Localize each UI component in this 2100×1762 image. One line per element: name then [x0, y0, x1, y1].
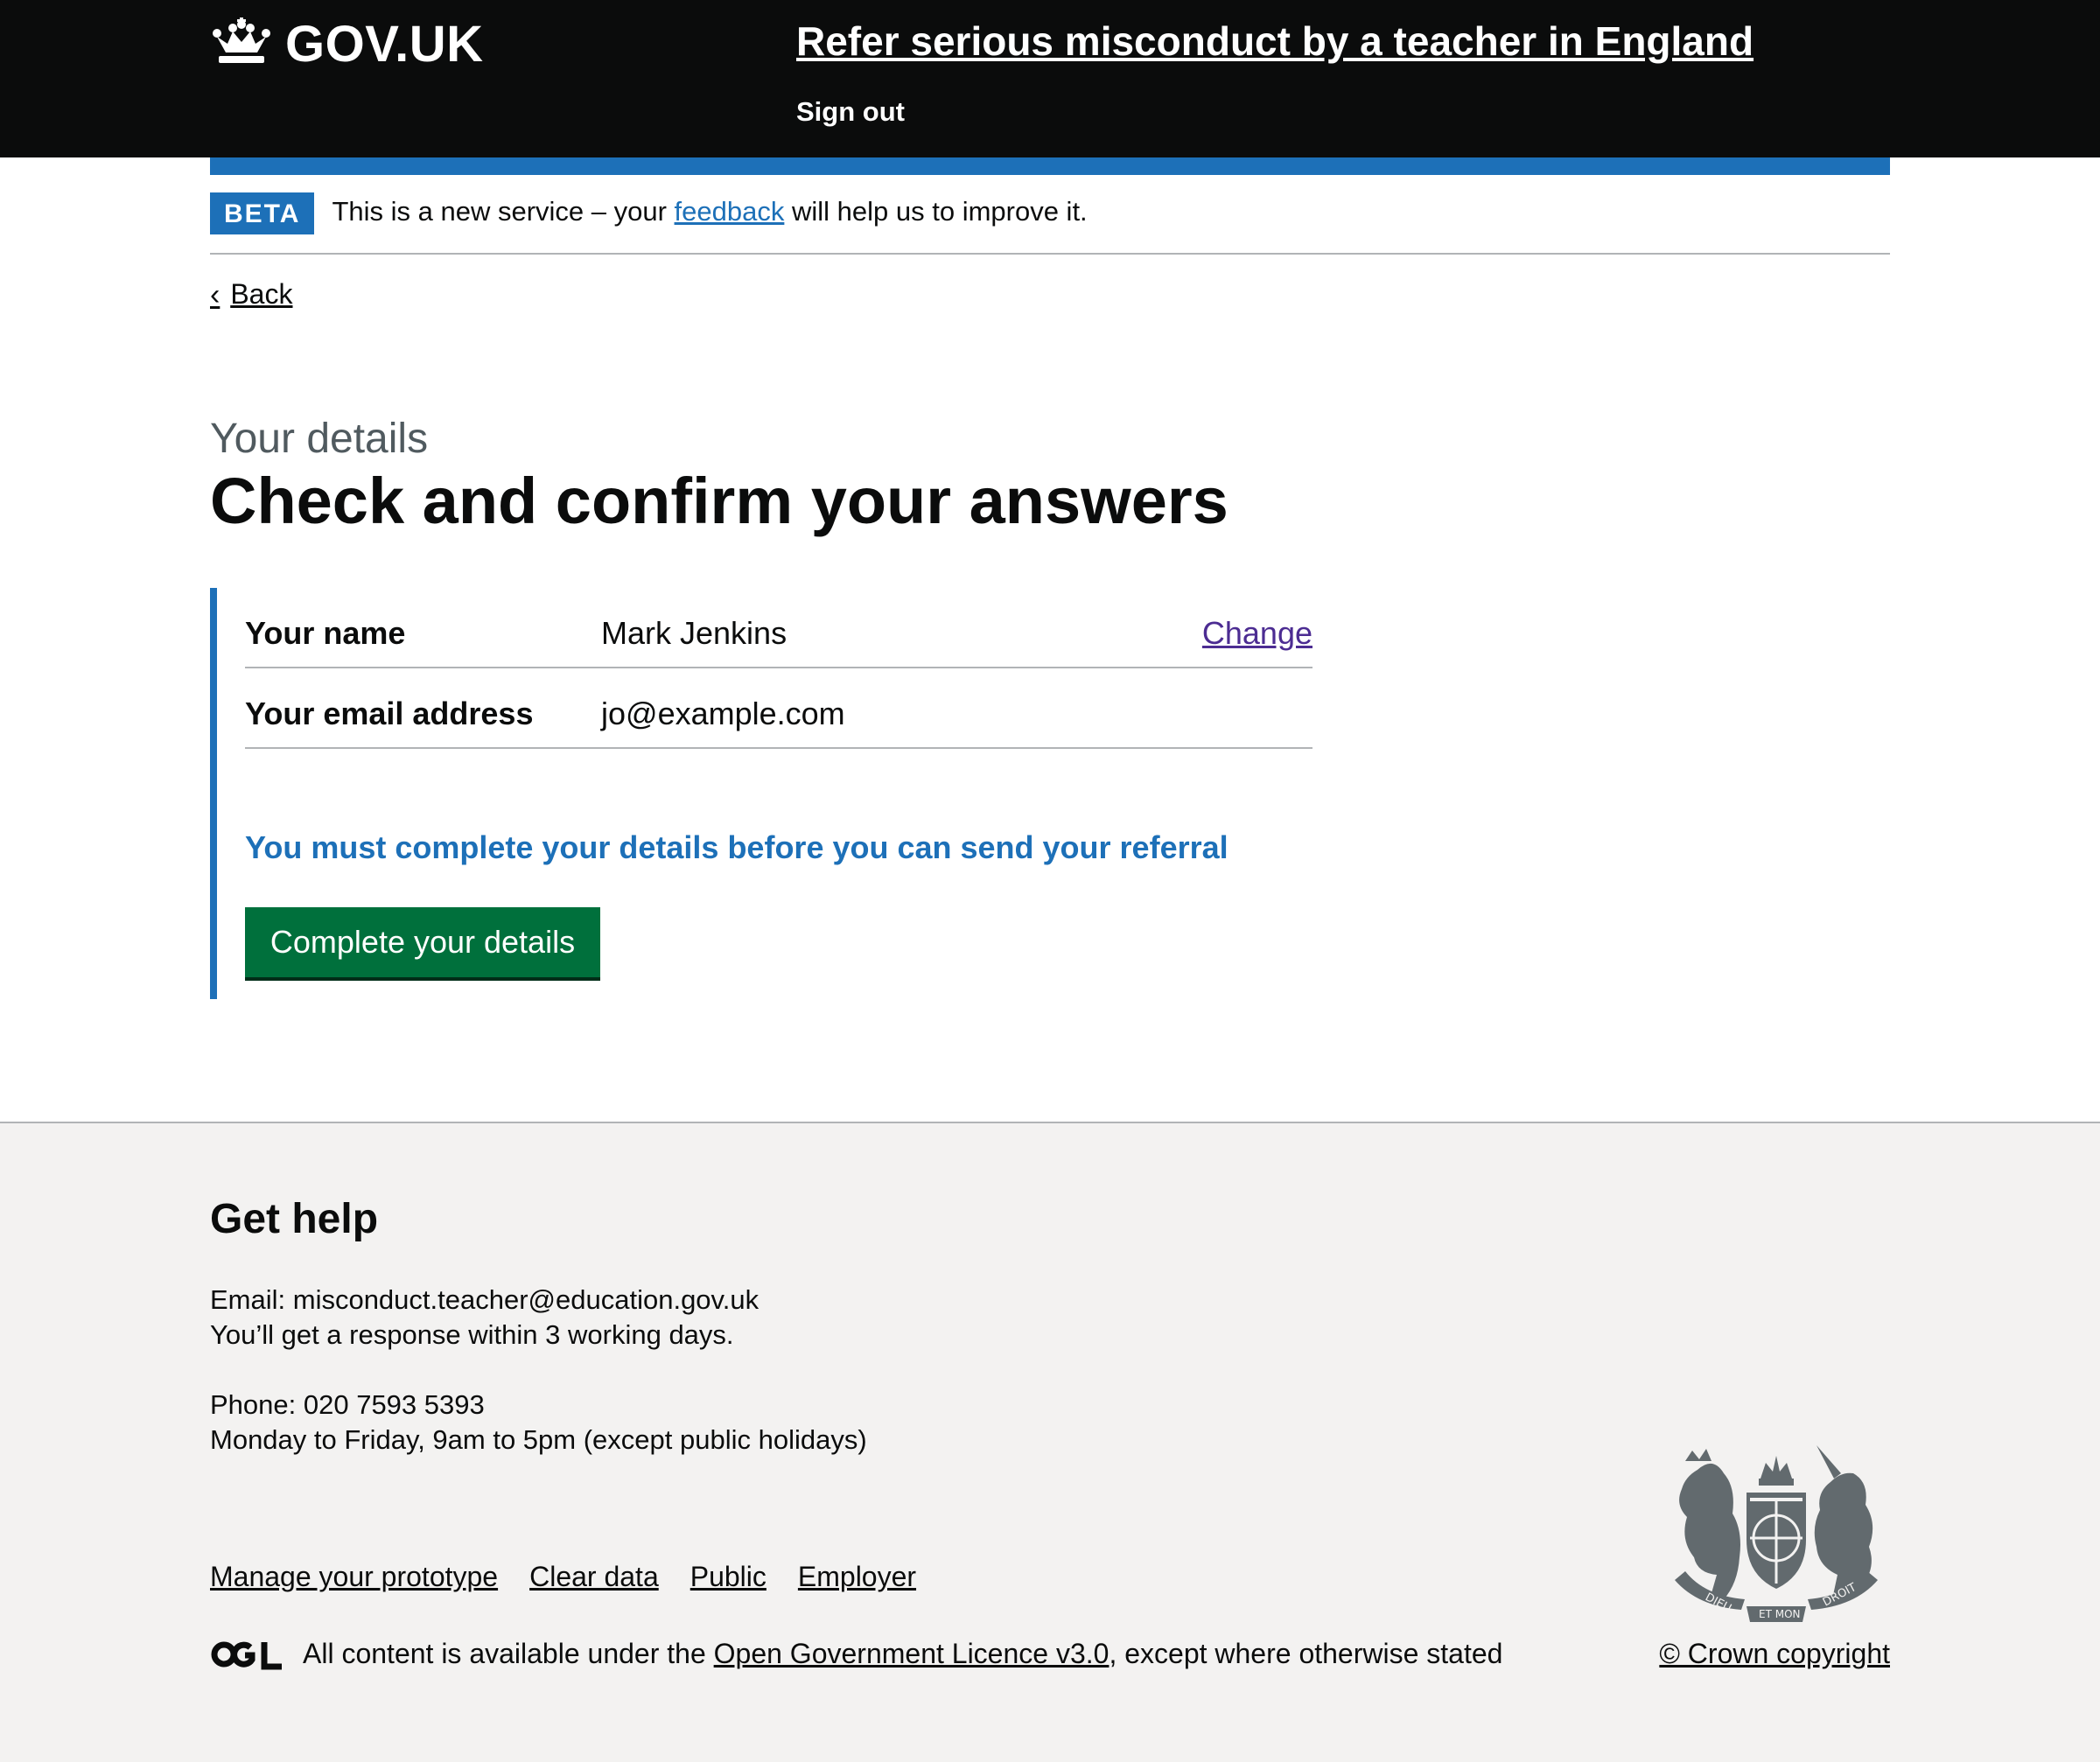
summary-value: jo@example.com [601, 696, 845, 731]
back-link-label: Back [230, 278, 293, 310]
incomplete-warning: You must complete your details before yo… [245, 829, 1228, 865]
help-phone-hours: Monday to Friday, 9am to 5pm (except pub… [210, 1424, 867, 1455]
help-email: Email: misconduct.teacher@education.gov.… [210, 1284, 760, 1315]
summary-panel: Your name Mark Jenkins Change Your email… [210, 588, 1321, 999]
clear-data-link[interactable]: Clear data [529, 1561, 659, 1593]
site-footer: Get help Email: misconduct.teacher@educa… [0, 1122, 2100, 1762]
help-title: Get help [210, 1196, 379, 1242]
phase-text-after: will help us to improve it. [784, 196, 1088, 227]
header-blue-strip [210, 157, 1890, 175]
licence-before: All content is available under the [303, 1638, 714, 1669]
site-header: GOV.UK Refer serious misconduct by a tea… [0, 0, 2100, 157]
crown-icon [210, 17, 273, 71]
back-link[interactable]: ‹ Back [210, 278, 292, 311]
help-email-response: You’ll get a response within 3 working d… [210, 1319, 734, 1350]
summary-row-name: Your name Mark Jenkins Change [245, 588, 1312, 668]
page-title: Check and confirm your answers [210, 465, 1228, 537]
licence-text: All content is available under the Open … [303, 1638, 1502, 1670]
govuk-logo-link[interactable]: GOV.UK [210, 15, 484, 73]
ogl-logo-icon [210, 1639, 284, 1670]
complete-details-button[interactable]: Complete your details [245, 907, 600, 977]
phase-banner-text: This is a new service – your feedback wi… [332, 189, 1087, 234]
logo-text: GOV.UK [285, 15, 484, 73]
crown-copyright-link[interactable]: © Crown copyright [1659, 1638, 1890, 1670]
chevron-left-icon: ‹ [210, 277, 220, 311]
manage-prototype-link[interactable]: Manage your prototype [210, 1561, 498, 1593]
motto-middle: ET MON [1759, 1608, 1801, 1620]
licence-after: , except where otherwise stated [1109, 1638, 1503, 1669]
summary-row-email: Your email address jo@example.com [245, 668, 1312, 749]
employer-link[interactable]: Employer [798, 1561, 916, 1593]
sign-out-link[interactable]: Sign out [796, 96, 905, 128]
summary-key: Your email address [245, 696, 534, 731]
help-phone: Phone: 020 7593 5393 [210, 1389, 485, 1420]
ogl-licence-link[interactable]: Open Government Licence v3.0 [714, 1638, 1110, 1669]
phase-text-before: This is a new service – your [332, 196, 675, 227]
summary-value: Mark Jenkins [601, 615, 788, 651]
service-name-link[interactable]: Refer serious misconduct by a teacher in… [796, 17, 1754, 65]
public-link[interactable]: Public [690, 1561, 766, 1593]
feedback-link[interactable]: feedback [675, 196, 785, 227]
page-caption: Your details [210, 416, 429, 462]
footer-links: Manage your prototype Clear data Public … [210, 1561, 916, 1593]
beta-tag: BETA [210, 192, 315, 234]
change-name-link[interactable]: Change [1202, 615, 1312, 652]
summary-key: Your name [245, 615, 406, 651]
royal-coat-of-arms-icon: DIEU ET MON DROIT [1662, 1444, 1890, 1624]
licence-row: All content is available under the Open … [210, 1638, 1502, 1670]
phase-banner: BETA This is a new service – your feedba… [210, 192, 1890, 255]
